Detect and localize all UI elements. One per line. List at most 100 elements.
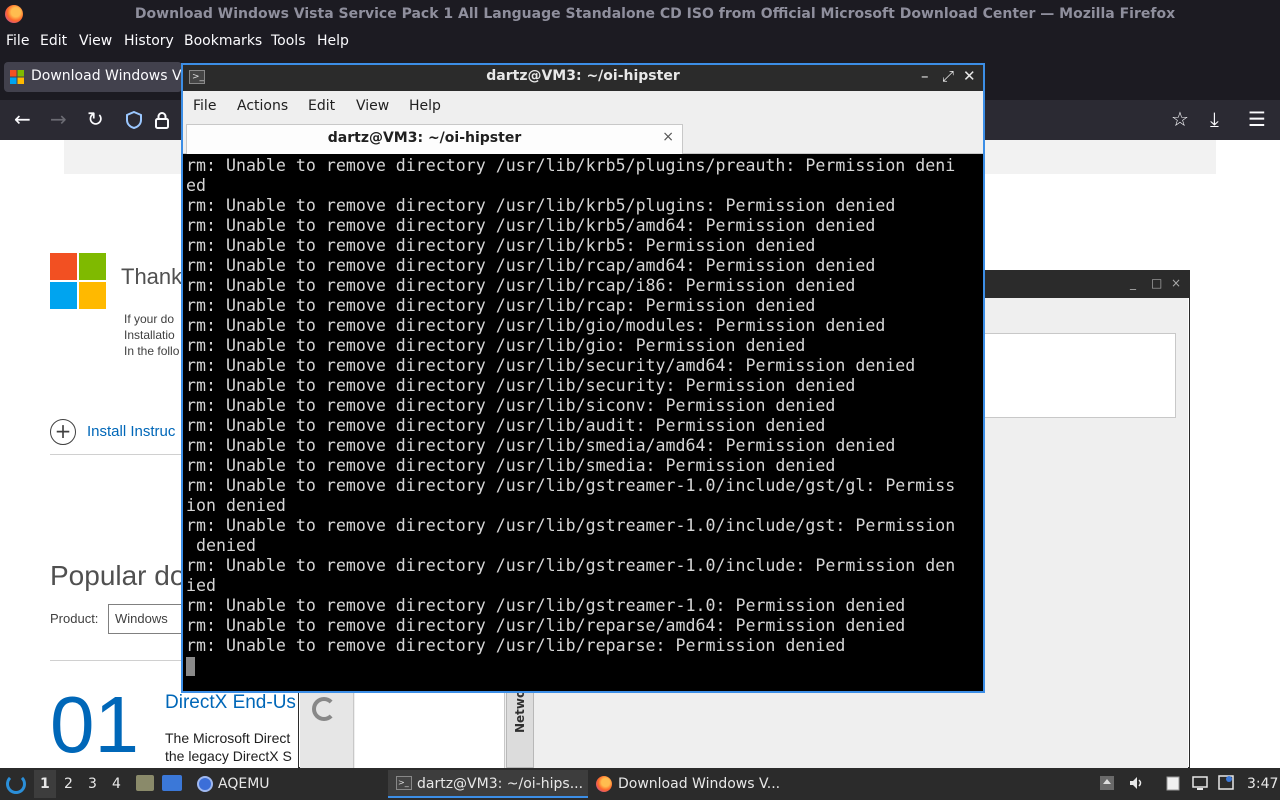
terminal-line: denied: [186, 536, 256, 555]
terminal-cursor: [186, 657, 195, 676]
terminal-menu-view[interactable]: View: [356, 98, 389, 114]
divider: [50, 454, 190, 455]
workspace-3[interactable]: 3: [88, 776, 97, 792]
close-icon[interactable]: ×: [1171, 276, 1181, 290]
close-icon[interactable]: ✕: [963, 67, 976, 85]
info-text-line: In the follo: [124, 344, 180, 358]
terminal-line: rm: Unable to remove directory /usr/lib/…: [186, 456, 836, 475]
terminal-tab-label: dartz@VM3: ~/oi-hipster: [327, 130, 522, 146]
firefox-titlebar: Download Windows Vista Service Pack 1 Al…: [0, 0, 1280, 30]
upload-tray-icon[interactable]: [1099, 775, 1115, 791]
reload-icon[interactable]: ↻: [87, 108, 104, 130]
aqemu-vm-list[interactable]: [355, 692, 505, 768]
windows-logo-icon: [10, 70, 24, 84]
menu-help[interactable]: Help: [317, 33, 349, 49]
directx-description: The Microsoft Direct: [165, 730, 291, 746]
terminal-menu-help[interactable]: Help: [409, 98, 441, 114]
terminal-menubar: File Actions Edit View Help: [183, 91, 983, 121]
volume-icon[interactable]: [1128, 775, 1144, 791]
terminal-title: dartz@VM3: ~/oi-hipster: [486, 68, 680, 84]
download-number: 01: [50, 680, 139, 769]
microsoft-logo-icon: [50, 253, 106, 309]
terminal-line: ion denied: [186, 496, 286, 515]
taskbar-terminal-label: dartz@VM3: ~/oi-hips...: [417, 776, 584, 792]
terminal-line: rm: Unable to remove directory /usr/lib/…: [186, 636, 846, 655]
terminal-menu-edit[interactable]: Edit: [308, 98, 335, 114]
terminal-line: rm: Unable to remove directory /usr/lib/…: [186, 196, 896, 215]
terminal-line: rm: Unable to remove directory /usr/lib/…: [186, 356, 916, 375]
product-label: Product:: [50, 611, 99, 626]
menu-edit[interactable]: Edit: [40, 33, 67, 49]
menu-bookmarks[interactable]: Bookmarks: [184, 33, 262, 49]
firefox-menubar: File Edit View History Bookmarks Tools H…: [0, 30, 1280, 54]
info-text-line: Installatio: [124, 328, 175, 342]
back-icon[interactable]: ←: [14, 108, 31, 130]
product-select[interactable]: Windows: [108, 604, 188, 634]
menu-view[interactable]: View: [79, 33, 112, 49]
expand-plus-icon[interactable]: +: [50, 419, 76, 445]
directx-description: the legacy DirectX S: [165, 748, 292, 764]
terminal-line: rm: Unable to remove directory /usr/lib/…: [186, 376, 856, 395]
terminal-line: rm: Unable to remove directory /usr/lib/…: [186, 296, 816, 315]
firefox-icon: [596, 776, 612, 792]
download-icon[interactable]: ⤓: [1210, 108, 1219, 130]
aqemu-panel: [984, 333, 1176, 418]
workspace-4[interactable]: 4: [112, 776, 121, 792]
maximize-icon[interactable]: □: [1151, 276, 1162, 290]
terminal-line: rm: Unable to remove directory /usr/lib/…: [186, 396, 836, 415]
terminal-line: ied: [186, 576, 216, 595]
terminal-tab[interactable]: dartz@VM3: ~/oi-hipster ×: [186, 124, 683, 154]
terminal-line: rm: Unable to remove directory /usr/lib/…: [186, 216, 876, 235]
network-icon[interactable]: [1218, 775, 1234, 791]
minimize-icon[interactable]: _: [1130, 276, 1136, 290]
refresh-icon[interactable]: [312, 697, 336, 721]
terminal-line: rm: Unable to remove directory /usr/lib/…: [186, 236, 816, 255]
thank-you-heading: Thank: [121, 264, 183, 289]
clipboard-icon[interactable]: [1165, 775, 1181, 791]
window-title: Download Windows Vista Service Pack 1 Al…: [134, 6, 1176, 22]
install-instructions-link[interactable]: Install Instruc: [87, 423, 175, 440]
popular-downloads-heading: Popular do: [50, 560, 186, 591]
terminal-line: rm: Unable to remove directory /usr/lib/…: [186, 336, 806, 355]
clock: 3:47: [1247, 776, 1279, 792]
terminal-line: rm: Unable to remove directory /usr/lib/…: [186, 476, 956, 495]
close-tab-icon[interactable]: ×: [662, 129, 674, 145]
terminal-titlebar[interactable]: >_ dartz@VM3: ~/oi-hipster – ⤢ ✕: [183, 65, 983, 91]
network-side-tab[interactable]: Network: [506, 676, 534, 768]
file-manager-icon[interactable]: [136, 775, 154, 791]
start-menu-icon[interactable]: [6, 774, 26, 794]
maximize-icon[interactable]: ⤢: [942, 67, 954, 85]
shield-icon[interactable]: [126, 111, 142, 129]
forward-icon[interactable]: →: [50, 108, 67, 130]
terminal-line: rm: Unable to remove directory /usr/lib/…: [186, 276, 856, 295]
workspace-1[interactable]: 1: [40, 776, 50, 792]
info-text-line: If your do: [124, 312, 175, 326]
menu-history[interactable]: History: [124, 33, 174, 49]
minimize-icon[interactable]: –: [921, 67, 929, 85]
directx-download-link[interactable]: DirectX End-Us: [165, 692, 296, 714]
browser-tab-label: Download Windows Vis: [31, 68, 181, 84]
star-icon[interactable]: ☆: [1171, 108, 1189, 130]
terminal-menu-file[interactable]: File: [193, 98, 216, 114]
divider: [50, 660, 190, 661]
terminal-line: rm: Unable to remove directory /usr/lib/…: [186, 616, 906, 635]
terminal-output[interactable]: rm: Unable to remove directory /usr/lib/…: [183, 155, 980, 691]
workspace-2[interactable]: 2: [64, 776, 73, 792]
menu-file[interactable]: File: [6, 33, 29, 49]
taskbar-firefox[interactable]: Download Windows V...: [618, 776, 780, 792]
show-desktop-icon[interactable]: [162, 775, 182, 791]
terminal-line: ed: [186, 176, 206, 195]
menu-tools[interactable]: Tools: [271, 33, 306, 49]
aqemu-icon: [197, 776, 213, 792]
taskbar-aqemu[interactable]: AQEMU: [218, 776, 270, 792]
terminal-line: rm: Unable to remove directory /usr/lib/…: [186, 436, 896, 455]
terminal-line: rm: Unable to remove directory /usr/lib/…: [186, 416, 826, 435]
lock-icon[interactable]: [155, 111, 169, 129]
terminal-line: rm: Unable to remove directory /usr/lib/…: [186, 316, 886, 335]
terminal-line: rm: Unable to remove directory /usr/lib/…: [186, 156, 956, 175]
terminal-menu-actions[interactable]: Actions: [237, 98, 288, 114]
display-icon[interactable]: [1192, 775, 1208, 791]
browser-tab[interactable]: Download Windows Vis: [4, 62, 182, 92]
menu-icon[interactable]: ☰: [1248, 108, 1266, 130]
terminal-line: rm: Unable to remove directory /usr/lib/…: [186, 516, 956, 535]
